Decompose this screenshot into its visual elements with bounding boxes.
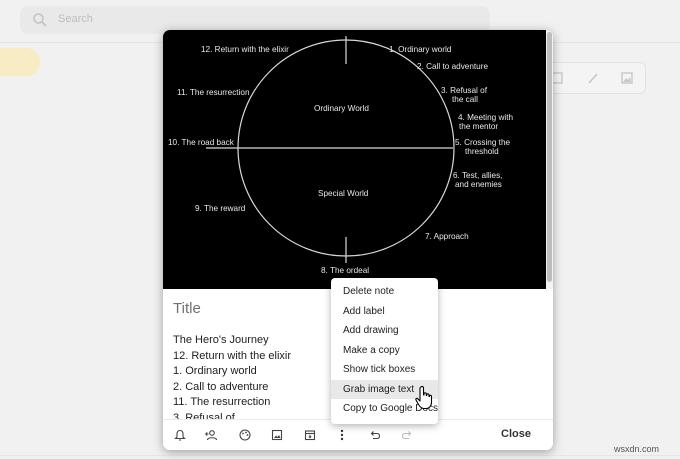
search-icon xyxy=(33,13,47,27)
bell-plus-icon[interactable] xyxy=(172,427,188,443)
label-ordinary-world: 1. Ordinary world xyxy=(389,45,452,54)
take-note-bar[interactable] xyxy=(540,62,646,94)
menu-item-show-tick-boxes[interactable]: Show tick boxes xyxy=(331,360,438,380)
heros-journey-image: 12. Return with the elixir 1. Ordinary w… xyxy=(163,30,546,289)
sidebar-item-notes[interactable] xyxy=(0,48,40,76)
palette-icon[interactable] xyxy=(237,427,253,443)
archive-icon[interactable] xyxy=(302,427,318,443)
heros-journey-diagram: 12. Return with the elixir 1. Ordinary w… xyxy=(168,36,514,275)
menu-item-add-label[interactable]: Add label xyxy=(331,302,438,322)
label-resurrection: 11. The resurrection xyxy=(177,88,250,97)
label-ordeal: 8. The ordeal xyxy=(321,266,369,275)
label-tests-1: 6. Test, allies, xyxy=(453,171,502,180)
hand-cursor-icon xyxy=(415,385,433,410)
scrollbar-thumb[interactable] xyxy=(547,32,552,282)
person-add-icon[interactable] xyxy=(203,427,219,443)
search-placeholder: Search xyxy=(58,13,93,25)
label-refusal-1: 3. Refusal of xyxy=(441,86,488,95)
menu-item-make-a-copy[interactable]: Make a copy xyxy=(331,341,438,361)
label-reward: 9. The reward xyxy=(195,204,246,213)
page-divider xyxy=(0,455,680,456)
label-call-to-adventure: 2. Call to adventure xyxy=(417,62,488,71)
note-title[interactable]: Title xyxy=(173,300,201,317)
more-vert-icon[interactable] xyxy=(334,427,350,443)
label-ordinary-world-half: Ordinary World xyxy=(314,104,369,113)
label-tests-2: and enemies xyxy=(455,180,502,189)
label-approach: 7. Approach xyxy=(425,232,469,241)
label-return: 12. Return with the elixir xyxy=(201,45,289,54)
label-threshold-2: threshold xyxy=(465,147,499,156)
label-refusal-2: the call xyxy=(452,95,478,104)
image-icon[interactable] xyxy=(269,427,285,443)
label-threshold-1: 5. Crossing the xyxy=(455,138,511,147)
redo-icon[interactable] xyxy=(399,427,415,443)
label-special-world-half: Special World xyxy=(318,189,369,198)
label-road-back: 10. The road back xyxy=(168,138,235,147)
label-mentor-2: the mentor xyxy=(459,122,498,131)
image-icon[interactable] xyxy=(619,70,635,86)
undo-icon[interactable] xyxy=(367,427,383,443)
menu-item-add-drawing[interactable]: Add drawing xyxy=(331,321,438,341)
menu-item-delete-note[interactable]: Delete note xyxy=(331,282,438,302)
watermark: wsxdn.com xyxy=(614,444,660,454)
close-button[interactable]: Close xyxy=(493,426,539,442)
brush-icon[interactable] xyxy=(585,70,601,86)
label-mentor-1: 4. Meeting with xyxy=(458,113,514,122)
dialog-scrollbar[interactable] xyxy=(546,30,553,289)
